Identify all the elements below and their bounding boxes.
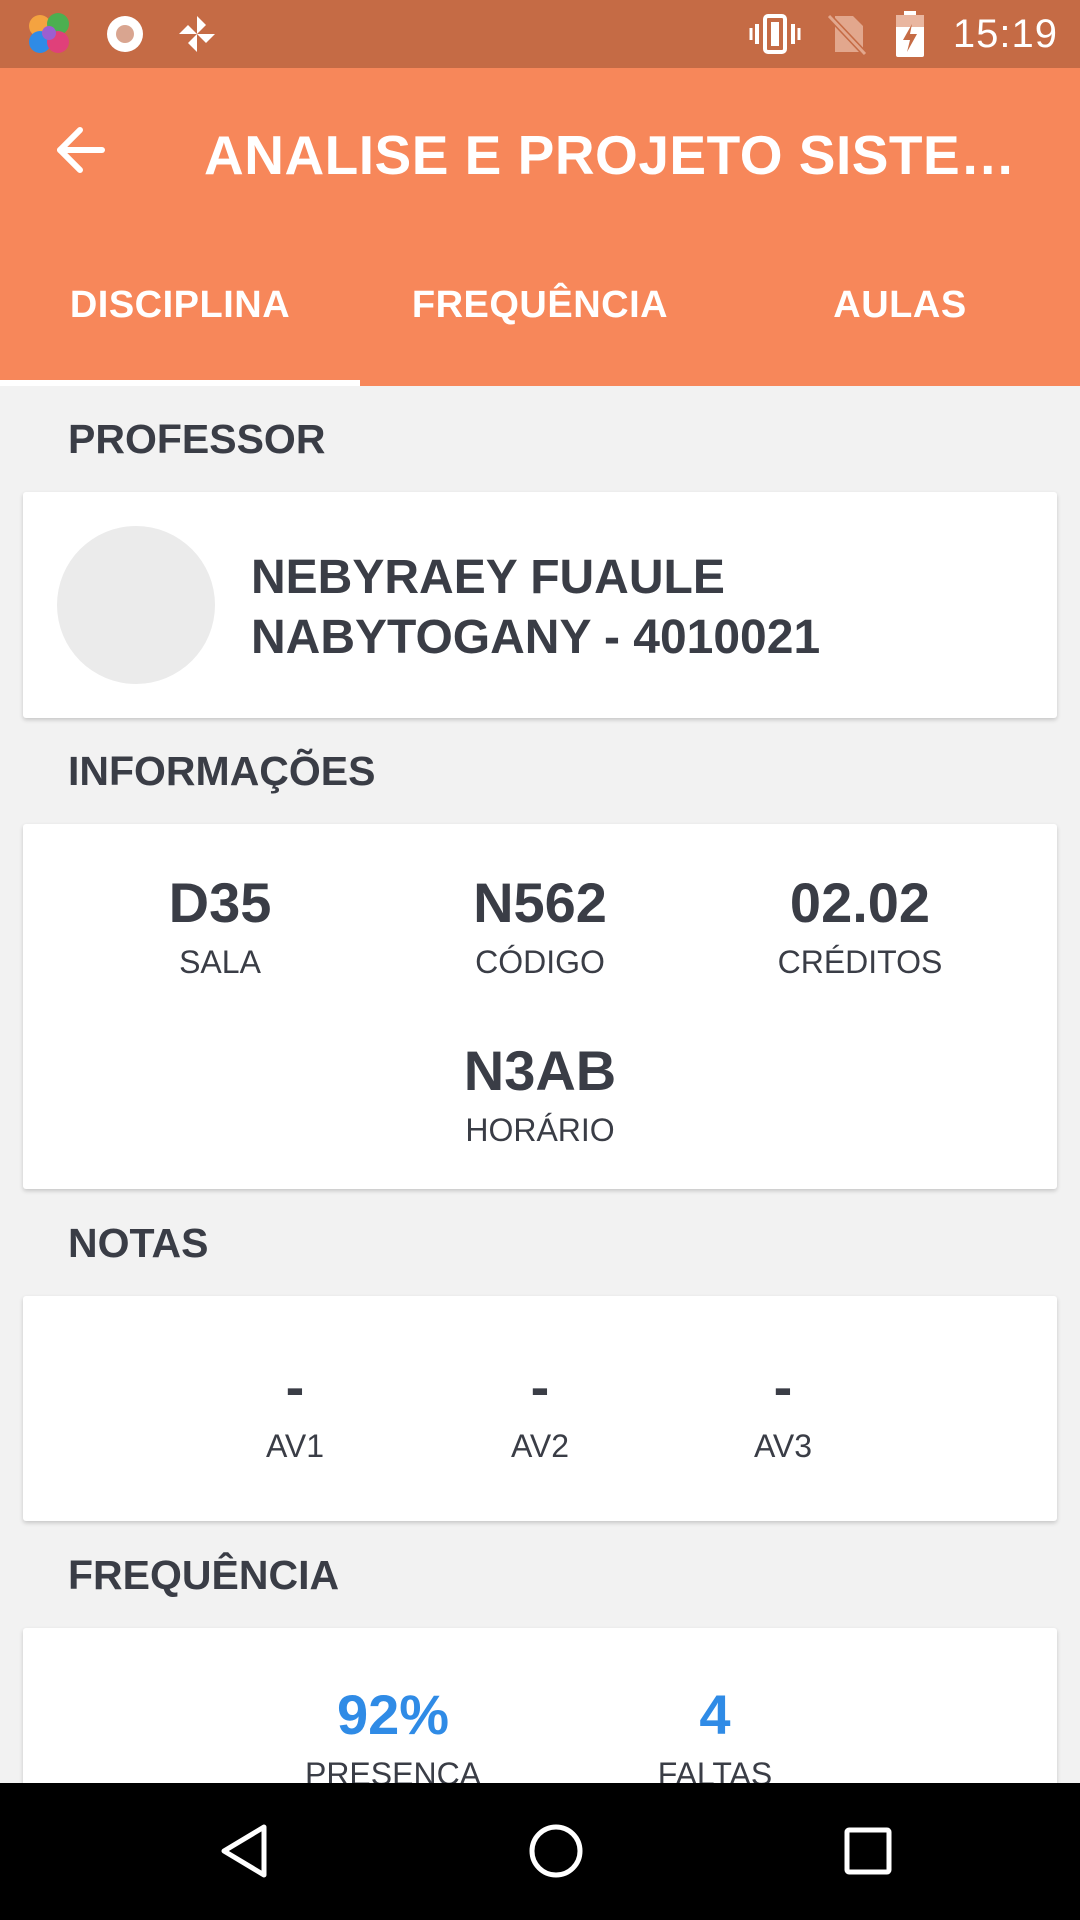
info-sala: D35 SALA [60, 870, 380, 982]
nav-back-button[interactable] [204, 1811, 284, 1891]
professor-name-line: NABYTOGANY - 4010021 [251, 611, 821, 664]
section-title-frequencia: FREQUÊNCIA [68, 1552, 340, 1598]
section-title-professor: PROFESSOR [68, 416, 326, 462]
pinwheel-icon [179, 16, 215, 52]
info-label: CÓDIGO [475, 944, 605, 980]
info-value: 02.02 [789, 871, 931, 934]
freq-value: 4 [699, 1683, 731, 1746]
info-value: N562 [473, 871, 607, 934]
status-bar: 15:19 [0, 0, 1080, 68]
tab-label: AULAS [833, 284, 967, 326]
back-button[interactable] [40, 110, 120, 190]
tab-bar: DISCIPLINA FREQUÊNCIA AULAS [0, 284, 1080, 386]
tab-label: DISCIPLINA [69, 284, 291, 326]
section-title-notas: NOTAS [68, 1220, 209, 1266]
toolbar: ANALISE E PROJETO SISTEMA… [0, 68, 1080, 228]
tab-label: FREQUÊNCIA [411, 284, 669, 326]
info-creditos: 02.02 CRÉDITOS [700, 870, 1020, 982]
tab-frequencia[interactable]: FREQUÊNCIA [360, 284, 720, 386]
professor-name-line: NEBYRAEY FUAULE [251, 551, 725, 604]
freq-value: 92% [336, 1683, 450, 1746]
nota-label: AV3 [753, 1428, 813, 1464]
informacoes-card: D35 SALA N562 CÓDIGO 02.02 CRÉDITOS N3AB… [23, 824, 1057, 1189]
notas-card: - AV1 - AV2 - AV3 [23, 1296, 1057, 1521]
navigation-bar [0, 1783, 1080, 1920]
nota-av3: - AV3 [623, 1354, 943, 1466]
info-codigo: N562 CÓDIGO [380, 870, 700, 982]
professor-name: NEBYRAEY FUAULE NABYTOGANY - 4010021 [251, 548, 1031, 668]
no-sim-icon [826, 13, 867, 56]
section-title-informacoes: INFORMAÇÕES [68, 748, 376, 794]
professor-card[interactable]: NEBYRAEY FUAULE NABYTOGANY - 4010021 [23, 492, 1057, 718]
freq-faltas: 4 FALTAS [555, 1682, 875, 1794]
freq-presenca: 92% PRESENÇA [233, 1682, 553, 1794]
battery-charging-icon [895, 11, 924, 57]
info-horario: N3AB HORÁRIO [380, 1038, 700, 1150]
app-bar: ANALISE E PROJETO SISTEMA… DISCIPLINA FR… [0, 68, 1080, 386]
page-title: ANALISE E PROJETO SISTEMA… [204, 124, 1044, 186]
info-label: SALA [179, 944, 261, 980]
status-time: 15:19 [952, 11, 1058, 56]
arrow-back-icon [57, 127, 105, 173]
record-icon [107, 16, 143, 52]
info-value: N3AB [463, 1039, 617, 1102]
info-label: CRÉDITOS [777, 944, 943, 980]
brain-app-icon [29, 13, 69, 53]
nav-home-button[interactable] [516, 1811, 596, 1891]
triangle-back-icon [221, 1824, 267, 1878]
nota-value: - [773, 1355, 793, 1418]
square-recents-icon [844, 1827, 892, 1875]
tab-aulas[interactable]: AULAS [720, 284, 1080, 386]
vibrate-icon [749, 14, 801, 54]
avatar [57, 526, 215, 684]
circle-home-icon [529, 1824, 583, 1878]
info-label: HORÁRIO [465, 1112, 615, 1148]
tab-disciplina[interactable]: DISCIPLINA [0, 284, 360, 386]
nav-recents-button[interactable] [828, 1811, 908, 1891]
info-value: D35 [168, 871, 272, 934]
